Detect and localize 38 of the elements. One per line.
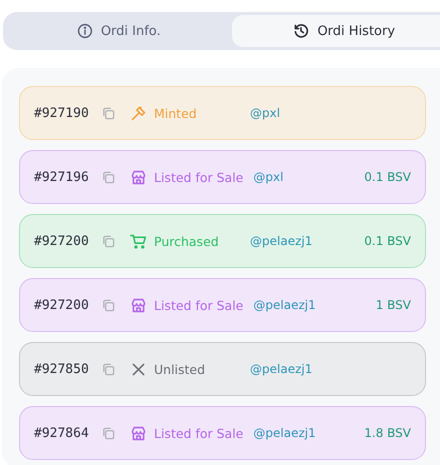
copy-icon[interactable] — [102, 298, 115, 312]
user-link[interactable]: @pelaezj1 — [250, 234, 312, 248]
ordinal-number: #927200 — [34, 234, 90, 248]
event-label: Listed for Sale — [154, 426, 244, 440]
event-label: Minted — [154, 106, 197, 120]
info-icon — [76, 23, 93, 39]
copy-icon[interactable] — [102, 106, 115, 120]
copy-icon[interactable] — [102, 234, 115, 248]
event-label: Listed for Sale — [154, 298, 244, 312]
event-label: Purchased — [154, 234, 219, 248]
store-icon — [130, 296, 147, 314]
user-link[interactable]: @pelaezj1 — [253, 426, 316, 440]
hammer-icon — [130, 104, 147, 122]
copy-icon[interactable] — [102, 362, 115, 376]
ordinal-number: #927864 — [34, 426, 90, 440]
close-icon — [130, 360, 147, 378]
ordinal-number: #927850 — [34, 362, 90, 376]
user-link[interactable]: @pelaezj1 — [253, 298, 316, 312]
price: 0.1 BSV — [364, 170, 411, 184]
event-label: Listed for Sale — [154, 170, 244, 184]
copy-icon[interactable] — [102, 170, 115, 184]
store-icon — [130, 424, 147, 442]
price: 0.1 BSV — [364, 234, 411, 248]
event-label: Unlisted — [154, 362, 206, 376]
history-icon — [293, 23, 310, 39]
ordinal-number: #927196 — [34, 170, 90, 184]
ordinal-number: #927200 — [34, 298, 90, 312]
cart-icon — [130, 232, 147, 250]
tab[interactable]: Ordi History — [232, 15, 440, 47]
price: 1.8 BSV — [364, 426, 411, 440]
user-link[interactable]: @pxl — [253, 170, 284, 184]
copy-icon[interactable] — [102, 426, 115, 440]
user-link[interactable]: @pelaezj1 — [250, 362, 312, 376]
ordinal-number: #927190 — [34, 106, 90, 120]
user-link[interactable]: @pxl — [250, 106, 280, 120]
store-icon — [130, 168, 147, 186]
price: 1 BSV — [376, 298, 411, 312]
tab[interactable]: Ordi Info. — [6, 15, 232, 47]
